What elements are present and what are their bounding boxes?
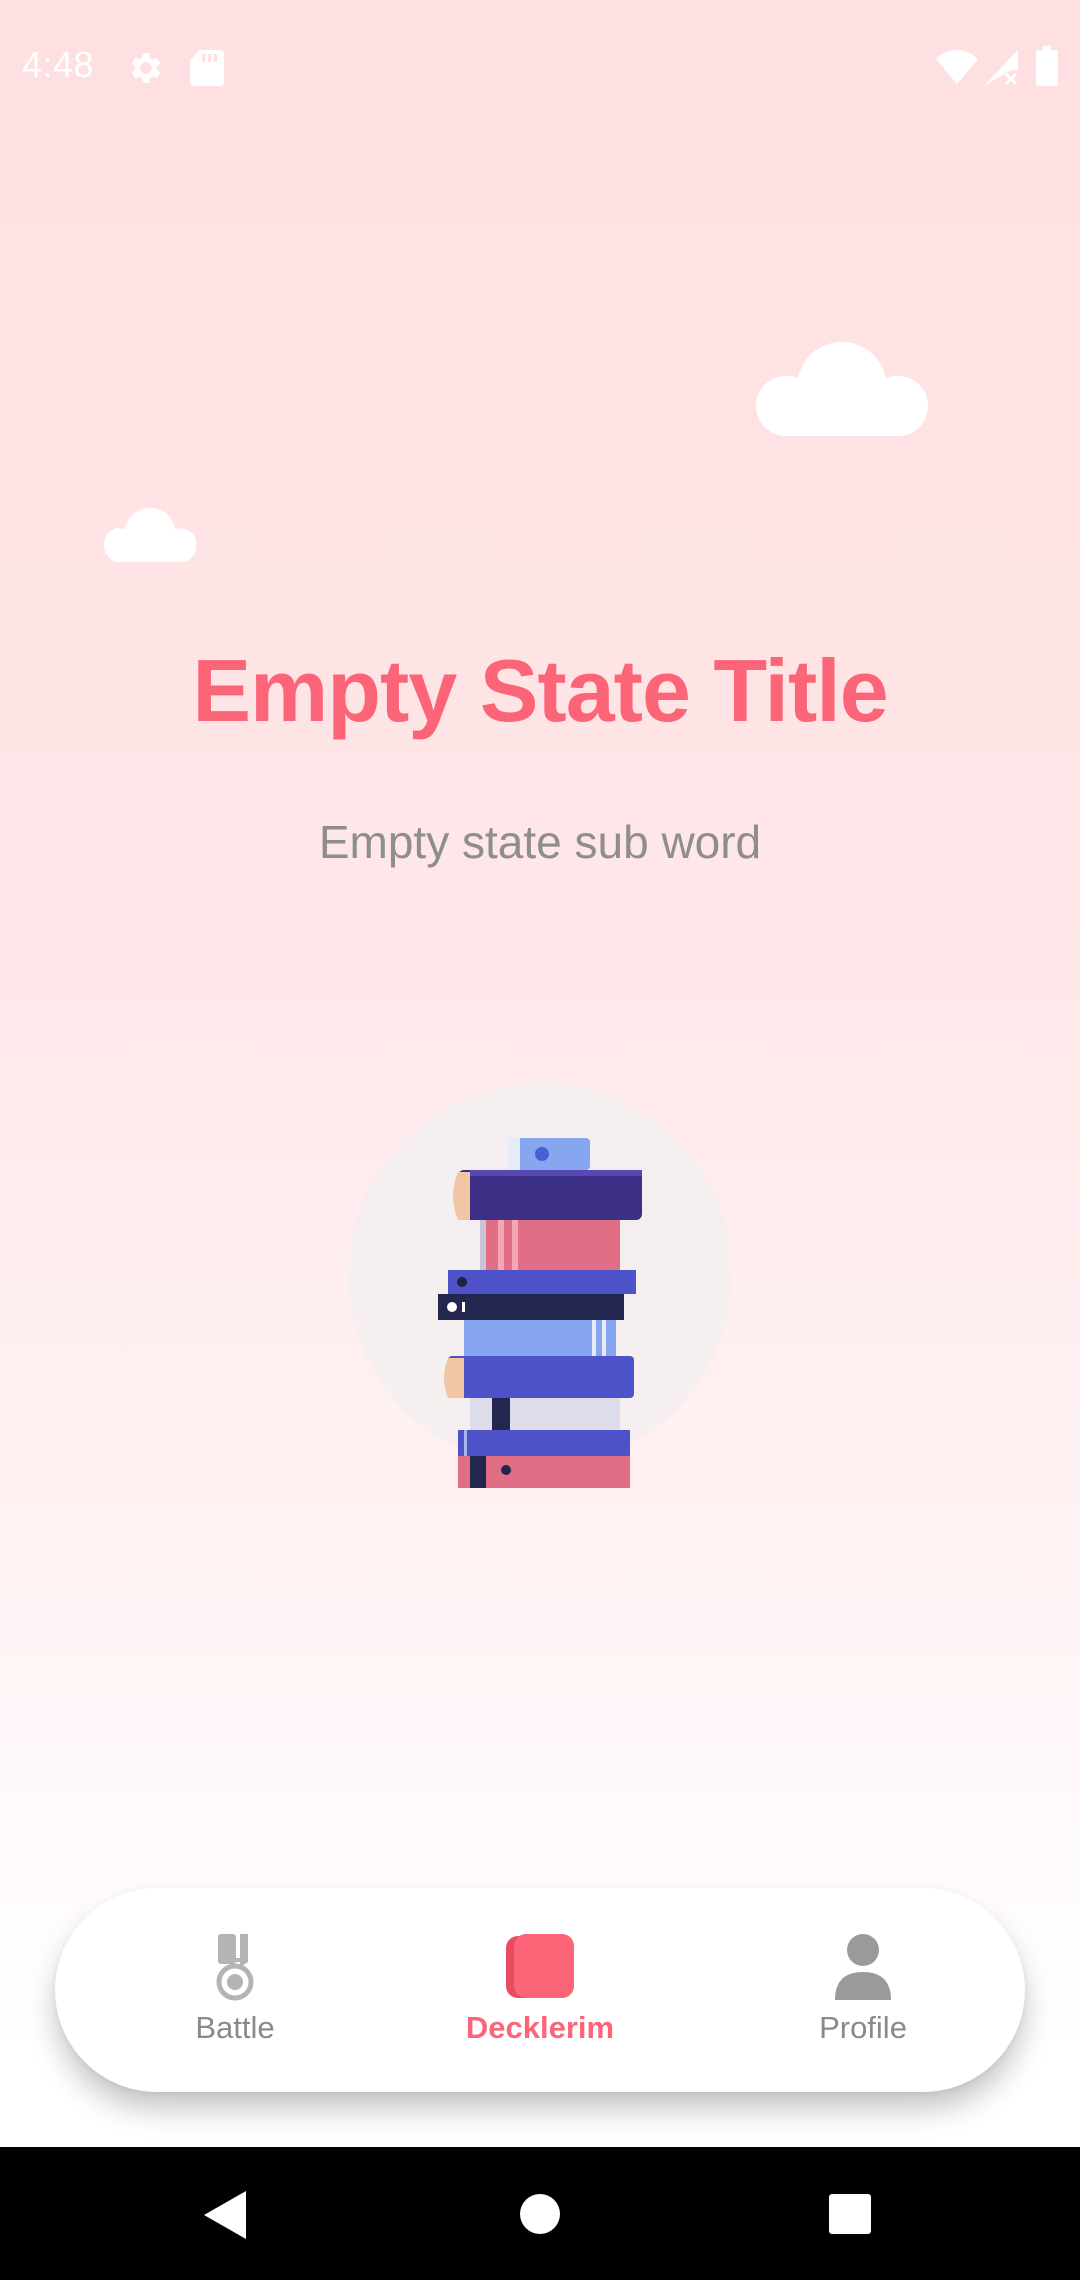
nav-label-profile: Profile — [819, 2010, 907, 2045]
settings-icon — [126, 48, 166, 93]
system-navigation-bar — [0, 2147, 1080, 2280]
book-stack-illustration — [348, 1083, 732, 1488]
nav-item-profile[interactable]: Profile — [733, 1888, 993, 2092]
cards-icon — [506, 1934, 574, 2005]
cell-signal-icon — [982, 50, 1018, 91]
empty-state-subtitle: Empty state sub word — [318, 816, 762, 868]
status-bar: 4:48 — [0, 0, 1080, 136]
nav-item-decklerim[interactable]: Decklerim — [410, 1888, 670, 2092]
back-icon[interactable] — [204, 2191, 246, 2244]
cloud-large — [756, 342, 928, 436]
nav-label-decklerim: Decklerim — [465, 2010, 615, 2045]
status-time: 4:48 — [22, 44, 95, 85]
person-icon — [835, 1934, 891, 2005]
wifi-icon — [936, 50, 978, 89]
home-icon[interactable] — [519, 2193, 561, 2240]
cloud-small — [103, 508, 196, 562]
nav-label-battle: Battle — [195, 2010, 275, 2045]
sd-card-icon — [190, 50, 224, 91]
medal-icon — [210, 1934, 260, 2007]
screen: 4:48 Empty State Title Empty state sub w… — [0, 0, 1080, 2280]
bottom-navigation: Battle Decklerim Profile — [55, 1888, 1025, 2092]
empty-state-title: Empty State Title — [192, 641, 888, 740]
nav-item-battle[interactable]: Battle — [105, 1888, 365, 2092]
battery-icon — [1036, 46, 1058, 91]
recents-icon[interactable] — [829, 2194, 871, 2239]
